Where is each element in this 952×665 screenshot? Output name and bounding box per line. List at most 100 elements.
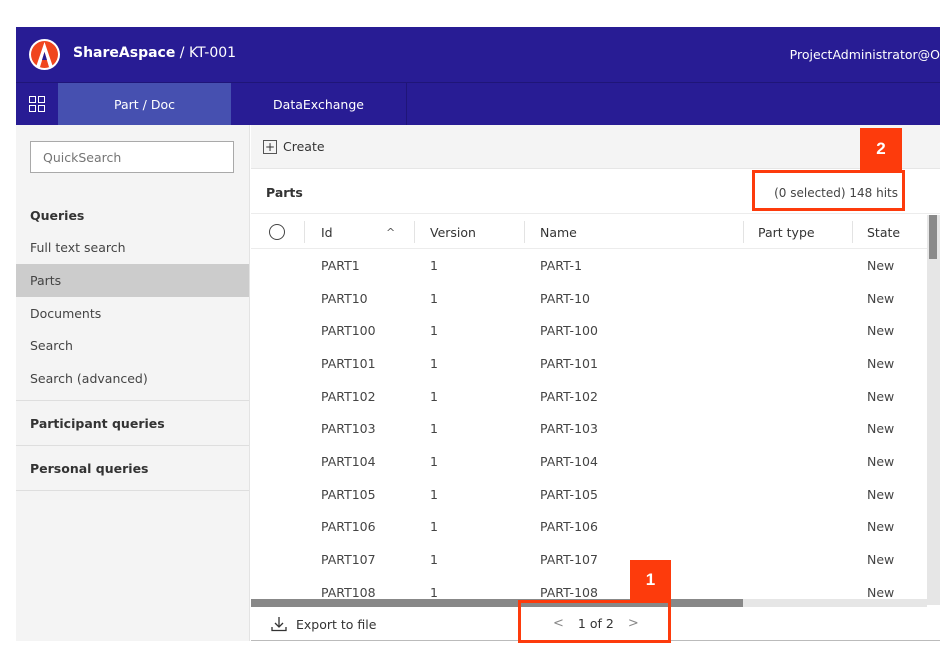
sidebar-item-full-text-search[interactable]: Full text search — [16, 231, 249, 264]
download-icon — [271, 617, 287, 632]
cell-name: PART-1 — [540, 257, 583, 273]
app-window: ShareAspace / KT-001 ProjectAdministrato… — [16, 27, 940, 641]
list-title: Parts — [266, 185, 303, 200]
create-button[interactable]: + Create — [263, 139, 325, 154]
table-row[interactable]: PART10 1 PART-10 New — [251, 282, 927, 315]
column-separator[interactable] — [852, 221, 853, 243]
cell-name: PART-101 — [540, 355, 598, 371]
table-row[interactable]: PART100 1 PART-100 New — [251, 314, 927, 347]
tab-part-doc[interactable]: Part / Doc — [58, 83, 231, 125]
cell-version: 1 — [430, 552, 438, 568]
grid-icon — [29, 96, 45, 112]
table-row[interactable]: PART104 1 PART-104 New — [251, 445, 927, 478]
sidebar-item-search[interactable]: Search — [16, 329, 249, 362]
column-separator[interactable] — [743, 221, 744, 243]
column-separator[interactable] — [414, 221, 415, 243]
column-label: Id — [321, 224, 333, 240]
user-menu[interactable]: ProjectAdministrator@O — [790, 47, 940, 62]
vertical-scrollbar-thumb[interactable] — [929, 215, 937, 259]
table-row[interactable]: PART107 1 PART-107 New — [251, 543, 927, 576]
apps-menu-button[interactable] — [16, 83, 58, 125]
cell-version: 1 — [430, 290, 438, 306]
column-separator[interactable] — [304, 221, 305, 243]
quicksearch-input[interactable] — [30, 141, 234, 173]
cell-state: New — [867, 519, 895, 535]
cell-id: PART108 — [321, 584, 376, 599]
table-row[interactable]: PART105 1 PART-105 New — [251, 478, 927, 511]
cell-state: New — [867, 388, 895, 404]
cell-version: 1 — [430, 323, 438, 339]
cell-id: PART1 — [321, 257, 360, 273]
sidebar-divider — [16, 445, 249, 446]
column-header-id[interactable]: Id ^ — [321, 215, 411, 249]
plus-box-icon: + — [263, 139, 277, 154]
sidebar-divider — [16, 490, 249, 491]
table-row[interactable]: PART106 1 PART-106 New — [251, 511, 927, 544]
cell-version: 1 — [430, 257, 438, 273]
create-label: Create — [283, 139, 325, 154]
sidebar-item-documents[interactable]: Documents — [16, 297, 249, 330]
table-row[interactable]: PART101 1 PART-101 New — [251, 347, 927, 380]
app-title[interactable]: ShareAspace / KT-001 — [73, 45, 236, 61]
annotation-box-hits — [752, 170, 905, 211]
export-to-file-button[interactable]: Export to file — [271, 616, 376, 632]
cell-state: New — [867, 552, 895, 568]
table-row[interactable]: PART102 1 PART-102 New — [251, 380, 927, 413]
cell-id: PART107 — [321, 552, 376, 568]
cell-id: PART103 — [321, 421, 376, 437]
cell-state: New — [867, 584, 895, 599]
select-all-radio[interactable] — [269, 215, 285, 249]
sidebar-participant-queries[interactable]: Participant queries — [16, 407, 249, 440]
sidebar-item-search-advanced[interactable]: Search (advanced) — [16, 362, 249, 395]
project-name: / KT-001 — [175, 45, 237, 61]
column-header-version[interactable]: Version — [430, 215, 476, 249]
table-row[interactable]: PART1 1 PART-1 New — [251, 249, 927, 282]
sidebar: Queries Full text search Parts Documents… — [16, 125, 250, 641]
export-label: Export to file — [296, 616, 377, 632]
cell-name: PART-102 — [540, 388, 598, 404]
cell-name: PART-108 — [540, 584, 598, 599]
annotation-badge-1: 1 — [630, 560, 671, 600]
cell-version: 1 — [430, 388, 438, 404]
cell-version: 1 — [430, 421, 438, 437]
column-header-name[interactable]: Name — [540, 215, 577, 249]
cell-version: 1 — [430, 454, 438, 470]
cell-id: PART100 — [321, 323, 376, 339]
grid-header: Id ^ Version Name Part type State — [251, 215, 927, 249]
cell-state: New — [867, 323, 895, 339]
sort-ascending-icon: ^ — [386, 225, 396, 239]
annotation-box-pager — [518, 600, 671, 643]
shareaspace-logo-icon[interactable] — [28, 38, 61, 71]
cell-version: 1 — [430, 486, 438, 502]
column-header-state[interactable]: State — [867, 215, 900, 249]
column-separator[interactable] — [524, 221, 525, 243]
sidebar-divider — [16, 400, 249, 401]
vertical-scrollbar[interactable] — [927, 215, 940, 605]
column-header-part-type[interactable]: Part type — [758, 215, 815, 249]
cell-name: PART-103 — [540, 421, 598, 437]
queries-heading: Queries — [30, 208, 85, 223]
cell-name: PART-105 — [540, 486, 598, 502]
cell-id: PART105 — [321, 486, 376, 502]
sidebar-item-parts[interactable]: Parts — [16, 264, 249, 297]
cell-state: New — [867, 486, 895, 502]
grid-body: PART1 1 PART-1 New PART10 1 PART-10 New PART100 1… — [251, 249, 927, 599]
nav-bar: Part / Doc DataExchange — [16, 82, 940, 125]
table-row[interactable]: PART103 1 PART-103 New — [251, 413, 927, 446]
cell-state: New — [867, 257, 895, 273]
cell-id: PART104 — [321, 454, 376, 470]
cell-name: PART-106 — [540, 519, 598, 535]
cell-state: New — [867, 454, 895, 470]
top-bar: ShareAspace / KT-001 ProjectAdministrato… — [16, 27, 940, 82]
cell-name: PART-107 — [540, 552, 598, 568]
sidebar-personal-queries[interactable]: Personal queries — [16, 452, 249, 485]
cell-id: PART106 — [321, 519, 376, 535]
cell-id: PART101 — [321, 355, 376, 371]
cell-name: PART-104 — [540, 454, 598, 470]
cell-state: New — [867, 355, 895, 371]
table-row[interactable]: PART108 1 PART-108 New — [251, 576, 927, 599]
tab-dataexchange[interactable]: DataExchange — [231, 83, 407, 125]
radio-circle-icon — [269, 224, 285, 240]
cell-name: PART-100 — [540, 323, 598, 339]
cell-state: New — [867, 421, 895, 437]
